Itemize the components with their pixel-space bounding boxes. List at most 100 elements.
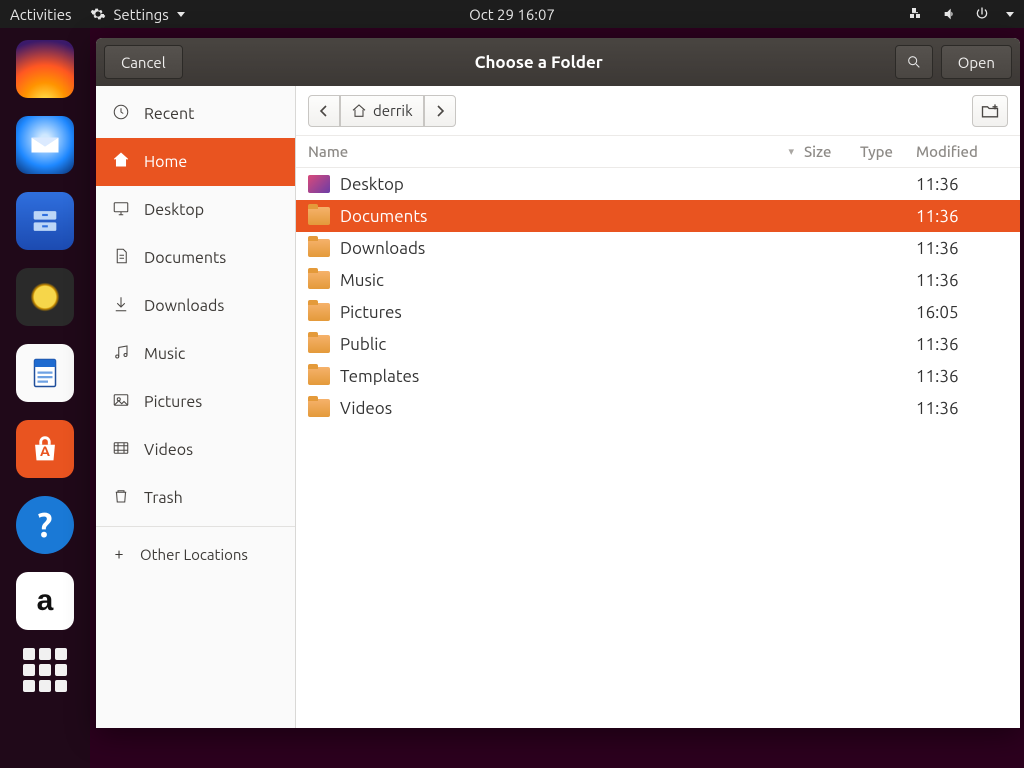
bag-icon: A: [28, 432, 62, 466]
column-type[interactable]: Type: [860, 143, 916, 160]
mail-icon: [27, 127, 63, 163]
file-modified: 11:36: [916, 239, 1008, 258]
file-row[interactable]: Music 11:36: [296, 264, 1020, 296]
plus-icon: +: [112, 545, 126, 563]
dock-show-apps[interactable]: [23, 648, 67, 692]
sidebar-item-label: Desktop: [144, 201, 204, 219]
status-area[interactable]: [910, 6, 1014, 22]
dock-help[interactable]: ?: [16, 496, 74, 554]
file-modified: 11:36: [916, 175, 1008, 194]
music-icon: [112, 343, 130, 365]
folder-icon: [308, 271, 330, 289]
drawer-icon: [28, 204, 62, 238]
file-name: Music: [340, 271, 804, 290]
folder-icon: [308, 303, 330, 321]
sidebar-item-label: Trash: [144, 489, 183, 507]
file-name: Downloads: [340, 239, 804, 258]
sidebar-item-desktop[interactable]: Desktop: [96, 186, 295, 234]
file-chooser-window: Cancel Choose a Folder Open Recent Home De…: [96, 38, 1020, 728]
activities-button[interactable]: Activities: [10, 6, 72, 23]
sidebar-item-label: Recent: [144, 105, 194, 123]
column-name-label: Name: [308, 143, 348, 160]
file-modified: 11:36: [916, 367, 1008, 386]
file-row[interactable]: Desktop 11:36: [296, 168, 1020, 200]
file-modified: 16:05: [916, 303, 1008, 322]
volume-icon: [942, 6, 958, 22]
sidebar-item-label: Home: [144, 153, 187, 171]
sidebar-item-downloads[interactable]: Downloads: [96, 282, 295, 330]
sidebar-item-videos[interactable]: Videos: [96, 426, 295, 474]
sidebar-item-music[interactable]: Music: [96, 330, 295, 378]
dock-writer[interactable]: [16, 344, 74, 402]
desktop-icon: [112, 199, 130, 221]
file-name: Documents: [340, 207, 804, 226]
file-modified: 11:36: [916, 271, 1008, 290]
folder-icon: [308, 239, 330, 257]
file-row[interactable]: Downloads 11:36: [296, 232, 1020, 264]
file-row[interactable]: Pictures 16:05: [296, 296, 1020, 328]
file-list: Desktop 11:36 Documents 11:36 Downloads 11:36…: [296, 168, 1020, 728]
sidebar-item-label: Music: [144, 345, 185, 363]
clock-icon: [112, 103, 130, 125]
path-back-button[interactable]: [308, 95, 340, 127]
file-name: Desktop: [340, 175, 804, 194]
file-row[interactable]: Videos 11:36: [296, 392, 1020, 424]
new-folder-icon: [980, 102, 1000, 120]
sidebar-item-recent[interactable]: Recent: [96, 90, 295, 138]
dock-thunderbird[interactable]: [16, 116, 74, 174]
search-button[interactable]: [895, 45, 933, 79]
dock-firefox[interactable]: [16, 40, 74, 98]
folder-icon: [308, 207, 330, 225]
cancel-button[interactable]: Cancel: [104, 45, 183, 79]
clock[interactable]: Oct 29 16:07: [469, 6, 555, 23]
file-name: Videos: [340, 399, 804, 418]
chevron-down-icon: [177, 12, 185, 17]
sidebar-item-label: Pictures: [144, 393, 202, 411]
file-modified: 11:36: [916, 207, 1008, 226]
column-headers: Name ▾ Size Type Modified: [296, 136, 1020, 168]
dock-rhythmbox[interactable]: [16, 268, 74, 326]
new-folder-button[interactable]: [972, 95, 1008, 127]
top-panel: Activities Settings Oct 29 16:07: [0, 0, 1024, 28]
app-menu[interactable]: Settings: [90, 6, 185, 23]
file-modified: 11:36: [916, 335, 1008, 354]
dock-amazon[interactable]: a: [16, 572, 74, 630]
app-menu-label: Settings: [114, 6, 169, 23]
gear-icon: [90, 6, 106, 22]
sidebar-item-trash[interactable]: Trash: [96, 474, 295, 522]
chevron-left-icon: [319, 105, 329, 117]
sidebar-item-pictures[interactable]: Pictures: [96, 378, 295, 426]
file-row[interactable]: Public11:36: [296, 328, 1020, 360]
sidebar-item-label: Downloads: [144, 297, 224, 315]
file-row[interactable]: Templates11:36: [296, 360, 1020, 392]
home-icon: [351, 103, 367, 119]
dock-files[interactable]: [16, 192, 74, 250]
column-name[interactable]: Name ▾: [308, 143, 804, 160]
sidebar-item-label: Documents: [144, 249, 226, 267]
path-bar: derrik: [296, 86, 1020, 136]
path-segment-home[interactable]: derrik: [340, 95, 424, 127]
dock: A ? a: [0, 28, 90, 768]
sidebar-divider: [96, 526, 295, 527]
sidebar-item-label: Videos: [144, 441, 193, 459]
sidebar-item-label: Other Locations: [140, 546, 248, 563]
search-icon: [906, 54, 922, 70]
file-row[interactable]: Documents 11:36: [296, 200, 1020, 232]
sidebar-item-documents[interactable]: Documents: [96, 234, 295, 282]
file-name: Pictures: [340, 303, 804, 322]
dock-software[interactable]: A: [16, 420, 74, 478]
column-modified[interactable]: Modified: [916, 143, 1008, 160]
sidebar-item-home[interactable]: Home: [96, 138, 295, 186]
chevron-down-icon: [1006, 12, 1014, 17]
sidebar-other-locations[interactable]: + Other Locations: [96, 531, 295, 577]
download-icon: [112, 295, 130, 317]
power-icon: [974, 6, 990, 22]
path-forward-button[interactable]: [424, 95, 456, 127]
file-modified: 11:36: [916, 399, 1008, 418]
video-icon: [112, 439, 130, 461]
column-size[interactable]: Size: [804, 143, 860, 160]
svg-text:A: A: [40, 443, 50, 459]
doc-icon: [112, 247, 130, 269]
open-button[interactable]: Open: [941, 45, 1012, 79]
window-title: Choose a Folder: [191, 53, 887, 72]
